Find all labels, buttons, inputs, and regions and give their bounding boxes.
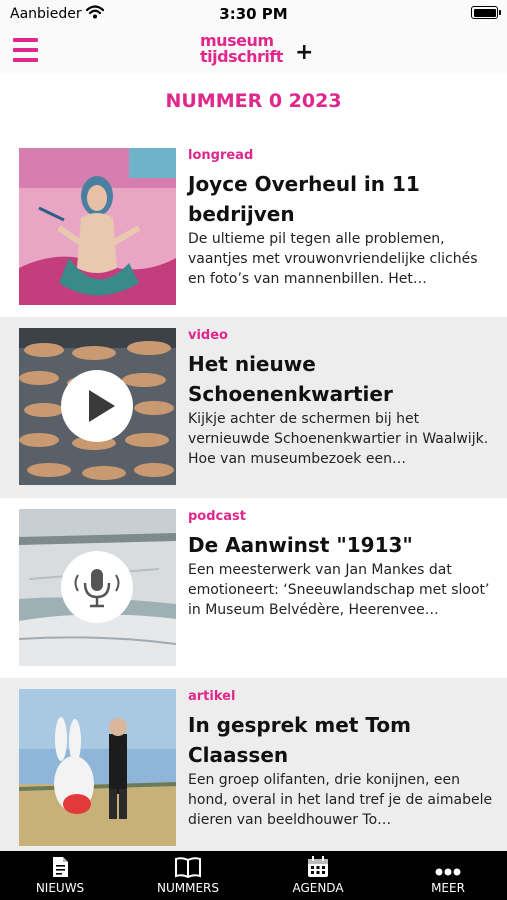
- article-category: video: [188, 328, 228, 343]
- tab-nummers[interactable]: NUMMERS: [138, 851, 238, 900]
- tab-agenda[interactable]: AGENDA: [268, 851, 368, 900]
- book-icon: [175, 856, 201, 882]
- article-category: artikel: [188, 689, 236, 704]
- logo-plus: +: [295, 40, 314, 65]
- article-summary: Een meesterwerk van Jan Mankes dat emoti…: [188, 562, 490, 618]
- tab-label: AGENDA: [292, 881, 344, 895]
- clock: 3:30 PM: [219, 5, 288, 23]
- app-logo: museum tijdschrift +: [200, 32, 314, 72]
- tab-nieuws[interactable]: NIEUWS: [10, 851, 110, 900]
- microphone-icon[interactable]: [61, 551, 133, 623]
- article-title: Joyce Overheul in 11 bedrijven: [188, 172, 420, 226]
- article-title: Het nieuwe Schoenenkwartier: [188, 352, 393, 406]
- article-card[interactable]: podcast De Aanwinst "1913" Een meesterwe…: [0, 498, 507, 679]
- article-title: De Aanwinst "1913": [188, 533, 413, 557]
- more-dots-icon: [435, 861, 461, 880]
- article-card[interactable]: longread Joyce Overheul in 11 bedrijven …: [0, 137, 507, 318]
- tab-meer[interactable]: MEER: [398, 851, 498, 900]
- article-thumbnail: [19, 689, 176, 846]
- tab-label: MEER: [431, 881, 465, 895]
- issue-title: NUMMER 0 2023: [165, 90, 342, 112]
- calendar-icon: [307, 856, 329, 882]
- hamburger-menu-icon[interactable]: [13, 38, 38, 63]
- bottom-tab-bar: NIEUWS NUMMERS AGENDA MEER: [0, 851, 507, 900]
- article-category: longread: [188, 148, 254, 163]
- article-card[interactable]: artikel In gesprek met Tom Claassen Een …: [0, 678, 507, 851]
- article-summary: De ultieme pil tegen alle problemen, vaa…: [188, 231, 478, 287]
- article-thumbnail: [19, 148, 176, 305]
- tab-label: NIEUWS: [35, 881, 85, 895]
- article-card[interactable]: video Het nieuwe Schoenenkwartier Kijkje…: [0, 317, 507, 498]
- tab-label: NUMMERS: [156, 881, 219, 895]
- article-title: In gesprek met Tom Claassen: [188, 713, 411, 767]
- article-summary: Kijkje achter de schermen bij het vernie…: [188, 411, 489, 467]
- battery-icon: [471, 6, 501, 19]
- article-category: podcast: [188, 509, 246, 524]
- article-summary: Een groep olifanten, drie konijnen, een …: [188, 772, 493, 828]
- play-icon[interactable]: [61, 370, 133, 442]
- status-bar: Aanbieder 3:30 PM: [0, 0, 507, 28]
- logo-text-tijdschrift: tijdschrift: [200, 47, 283, 66]
- article-thumbnail: [19, 328, 176, 485]
- article-thumbnail: [19, 509, 176, 666]
- app-header: museum tijdschrift +: [0, 28, 507, 74]
- document-icon: [51, 856, 69, 882]
